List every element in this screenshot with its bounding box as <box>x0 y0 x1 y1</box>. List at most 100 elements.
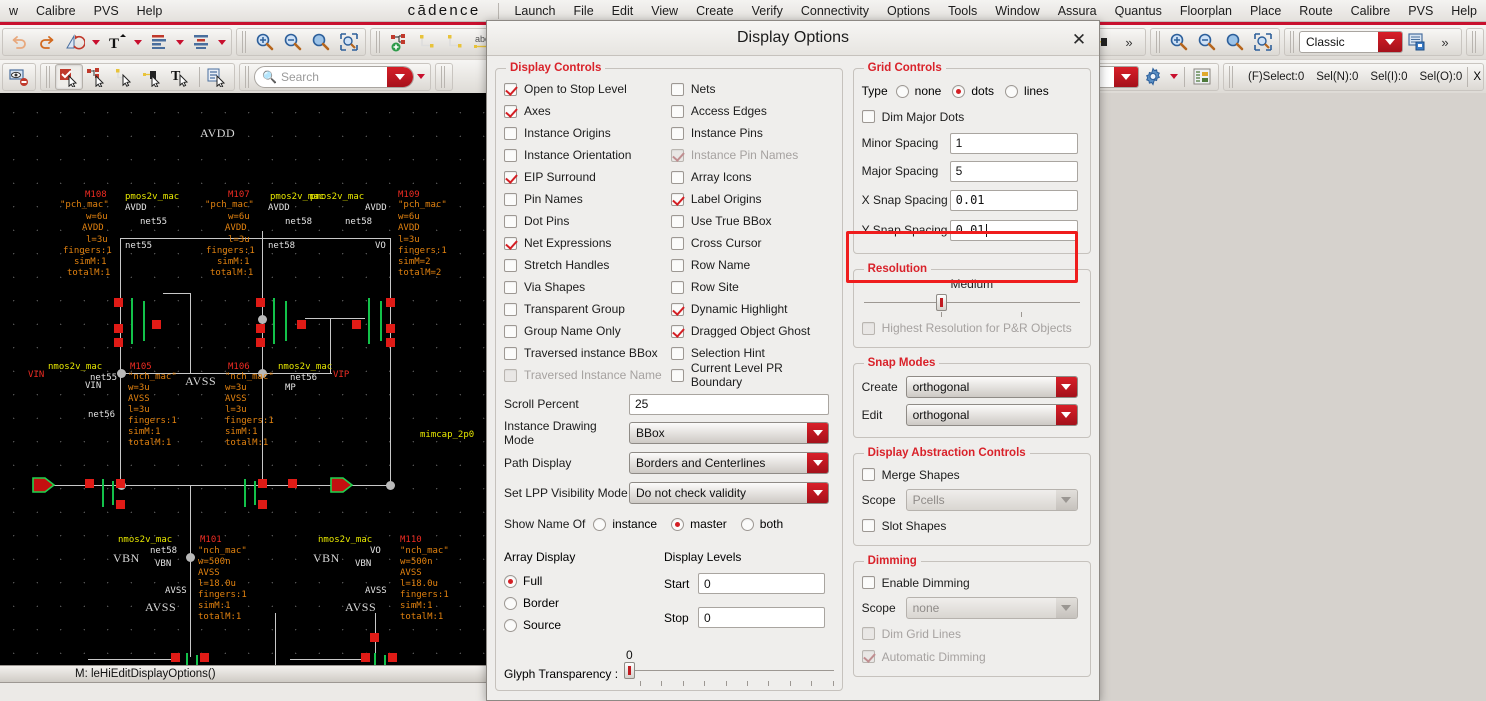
zoom-selection-icon[interactable] <box>335 29 363 55</box>
checkbox-row-nets[interactable]: Nets <box>670 78 834 100</box>
search-dropdown-icon[interactable] <box>387 66 413 87</box>
checkbox-icon[interactable] <box>861 468 875 481</box>
checkbox-icon[interactable] <box>504 346 517 360</box>
major-spacing-input[interactable]: 5 <box>949 160 1078 182</box>
minor-spacing-input[interactable]: 1 <box>949 132 1078 154</box>
device-pin[interactable] <box>116 479 125 488</box>
menu-item-view[interactable]: View <box>642 2 687 20</box>
device-pin[interactable] <box>258 500 267 509</box>
select-all-icon[interactable] <box>55 63 83 90</box>
toolbar-grip-2[interactable] <box>376 31 382 53</box>
flip-icon[interactable] <box>61 29 89 55</box>
checkbox-icon[interactable] <box>504 126 517 140</box>
select-list-icon[interactable] <box>204 64 232 90</box>
radio-array-source[interactable]: Source <box>504 614 664 636</box>
radio-show-name-both[interactable]: both <box>740 517 783 531</box>
y-snap-spacing-input[interactable]: 0.01 <box>949 219 1078 241</box>
menu-item-pvs[interactable]: PVS <box>1399 2 1442 20</box>
radio-icon[interactable] <box>593 517 607 531</box>
wire[interactable] <box>190 485 191 557</box>
checkbox-icon[interactable] <box>670 214 684 228</box>
radio-array-border[interactable]: Border <box>504 592 664 614</box>
stop-input[interactable]: 0 <box>698 607 825 628</box>
device-pin[interactable] <box>200 653 209 662</box>
select-text-icon[interactable]: T <box>167 64 195 90</box>
checkbox-row-traversed-instance-bbox[interactable]: Traversed instance BBox <box>504 342 667 364</box>
device-pin[interactable] <box>114 298 123 307</box>
wire-junction[interactable] <box>258 315 267 324</box>
path-display-combo[interactable]: Borders and Centerlines <box>629 452 829 474</box>
search-options-icon[interactable] <box>417 74 425 79</box>
wire[interactable] <box>88 659 173 660</box>
menu-item-tools[interactable]: Tools <box>939 2 986 20</box>
radio-icon[interactable] <box>895 84 909 98</box>
menu-item-calibre[interactable]: Calibre <box>1342 2 1400 20</box>
device-pin[interactable] <box>352 320 361 329</box>
checkbox-icon[interactable] <box>504 214 517 228</box>
flip-dropdown-icon[interactable] <box>92 39 100 45</box>
text-dropdown-icon[interactable] <box>134 39 142 45</box>
checkbox-row-net-expressions[interactable]: Net Expressions <box>504 232 667 254</box>
select-instance-icon[interactable] <box>83 64 111 90</box>
input-pin-vin[interactable] <box>32 476 58 494</box>
resolution-slider[interactable] <box>862 293 1082 317</box>
radio-icon[interactable] <box>504 574 517 588</box>
close-icon[interactable]: ✕ <box>1069 29 1089 49</box>
text-tool-icon[interactable]: T <box>103 29 131 55</box>
chevron-down-icon[interactable] <box>807 453 828 473</box>
checkbox-icon[interactable] <box>670 346 684 360</box>
radio-grid-dots[interactable]: dots <box>952 84 994 98</box>
wire-junction[interactable] <box>186 553 195 562</box>
glyph-transparency-slider-track[interactable] <box>635 670 834 671</box>
checkbox-row-instance-orientation[interactable]: Instance Orientation <box>504 144 667 166</box>
checkbox-row-stretch-handles[interactable]: Stretch Handles <box>504 254 667 276</box>
lpp-visibility-combo[interactable]: Do not check validity <box>629 482 829 504</box>
device-pin[interactable] <box>386 324 395 333</box>
menu-item-file[interactable]: File <box>565 2 603 20</box>
radio-icon[interactable] <box>952 84 966 98</box>
wire[interactable] <box>190 293 191 373</box>
checkbox-icon[interactable] <box>504 192 517 206</box>
checkbox-icon[interactable] <box>670 82 684 96</box>
menu-item-left-0[interactable]: w <box>0 2 27 20</box>
device-pin[interactable] <box>386 338 395 347</box>
device-pin[interactable] <box>370 633 379 642</box>
start-input[interactable]: 0 <box>698 573 825 594</box>
checkbox-row-dynamic-highlight[interactable]: Dynamic Highlight <box>670 298 834 320</box>
checkbox-row-eip-surround[interactable]: EIP Surround <box>504 166 667 188</box>
wire[interactable] <box>190 557 191 657</box>
snap-create-combo[interactable]: orthogonal <box>905 376 1078 398</box>
checkbox-icon[interactable] <box>861 576 875 589</box>
merge-shapes-row[interactable]: Merge Shapes <box>861 463 1082 486</box>
zoom-in-icon[interactable] <box>251 29 279 55</box>
distribute-icon[interactable] <box>187 29 215 55</box>
device-pin[interactable] <box>256 324 265 333</box>
checkbox-row-pin-names[interactable]: Pin Names <box>504 188 667 210</box>
checkbox-icon[interactable] <box>504 104 517 118</box>
device-pin[interactable] <box>256 298 265 307</box>
checkbox-icon[interactable] <box>670 368 684 382</box>
device-pin[interactable] <box>258 479 267 488</box>
properties-icon[interactable] <box>1188 64 1216 90</box>
checkbox-row-row-site[interactable]: Row Site <box>670 276 834 298</box>
wire[interactable] <box>120 238 390 239</box>
add-instance-icon[interactable] <box>385 29 413 55</box>
toolbar-grip-8[interactable] <box>441 65 447 88</box>
checkbox-row-access-edges[interactable]: Access Edges <box>670 100 834 122</box>
zoom-in-icon-right[interactable] <box>1165 29 1193 55</box>
checkbox-icon[interactable] <box>670 236 684 250</box>
redo-icon[interactable] <box>33 29 61 55</box>
checkbox-icon[interactable] <box>670 280 684 294</box>
checkbox-row-dot-pins[interactable]: Dot Pins <box>504 210 667 232</box>
device-pin[interactable] <box>171 653 180 662</box>
menu-item-launch[interactable]: Launch <box>505 2 564 20</box>
toolbar-grip-3[interactable] <box>1156 31 1162 53</box>
x-snap-spacing-input[interactable]: 0.01 <box>949 189 1078 211</box>
chevron-down-icon[interactable] <box>807 423 828 443</box>
checkbox-icon[interactable] <box>670 258 684 272</box>
checkbox-row-dragged-object-ghost[interactable]: Dragged Object Ghost <box>670 320 834 342</box>
checkbox-row-via-shapes[interactable]: Via Shapes <box>504 276 667 298</box>
input-pin-vip[interactable] <box>330 476 356 494</box>
wire-junction[interactable] <box>117 369 126 378</box>
device-pin[interactable] <box>388 653 397 662</box>
